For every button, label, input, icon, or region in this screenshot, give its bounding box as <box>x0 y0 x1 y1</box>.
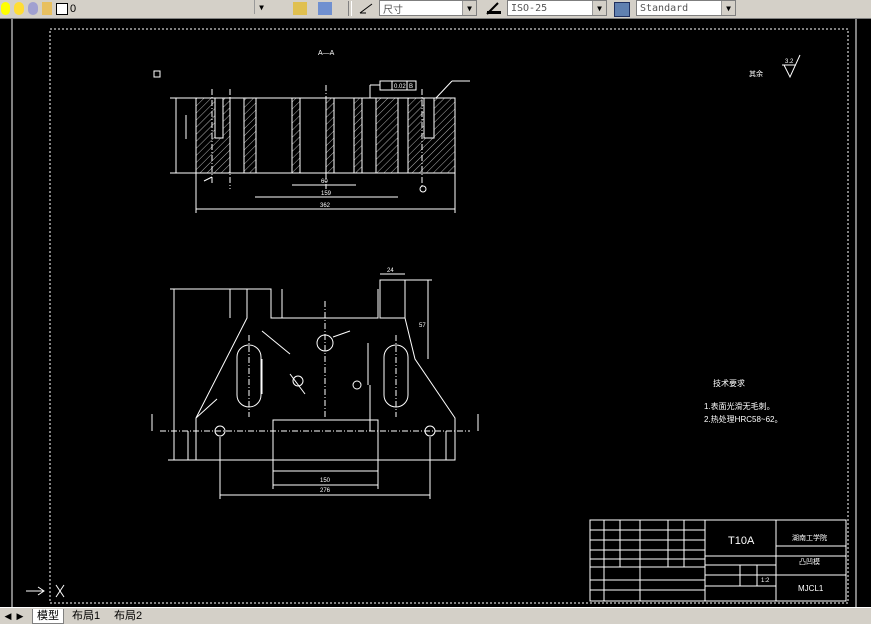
layer-combo[interactable]: ▼ <box>72 0 268 16</box>
section-slot <box>299 97 327 174</box>
ucs-icon <box>26 584 65 598</box>
tab-model[interactable]: 模型 <box>32 609 64 624</box>
dim-text: 159 <box>321 191 332 197</box>
dim-text: 276 <box>320 488 331 494</box>
lock-icon[interactable] <box>42 2 52 15</box>
first-tab-icon[interactable]: ◀ <box>2 610 14 622</box>
dimension-style-combo[interactable]: ISO-25 ▼ <box>507 0 607 16</box>
table-style-icon[interactable] <box>614 2 630 17</box>
tab-layout1[interactable]: 布局1 <box>68 609 104 623</box>
dimension-style-icon <box>358 2 374 15</box>
section-slot <box>423 97 435 139</box>
tech-title: 技术要求 <box>713 378 745 388</box>
section-view: A—A 60 159 362 0.02 B <box>153 50 470 213</box>
section-slot <box>255 97 293 174</box>
section-slot <box>361 97 377 174</box>
material-text: T10A <box>728 535 755 547</box>
drawing-canvas[interactable]: A—A 60 159 362 0.02 B 24 57 150 276 3.2 … <box>0 19 871 607</box>
dimstyle-combo[interactable]: 尺寸 ▼ <box>379 0 477 16</box>
freeze-sun-icon[interactable] <box>14 2 24 15</box>
dim-text: 57 <box>419 323 426 329</box>
section-slot <box>397 97 409 174</box>
section-slot <box>214 97 224 139</box>
dimension-style-value: ISO-25 <box>511 2 548 14</box>
layout-tabs-bar: ◀ ▶ 模型 布局1 布局2 <box>0 607 871 624</box>
part-name-text: 凸凹模 <box>799 557 820 566</box>
hole <box>352 380 362 390</box>
section-slot <box>333 97 355 174</box>
roughness-value: 3.2 <box>785 59 794 65</box>
dim-text: 362 <box>320 203 331 209</box>
last-tab-icon[interactable]: ▶ <box>14 610 26 622</box>
section-label: A—A <box>318 50 335 57</box>
section-marker <box>153 70 161 78</box>
text-style-value: Standard <box>640 2 689 14</box>
dim-text: 60 <box>321 179 328 185</box>
chevron-down-icon[interactable]: ▼ <box>721 1 735 15</box>
plan-pocket <box>272 419 379 461</box>
school-text: 湖南工学院 <box>792 533 827 542</box>
tech-item-2: 2.热处理HRC58~62。 <box>704 414 782 424</box>
datum-circle <box>419 185 427 193</box>
plan-view: 24 57 150 276 <box>151 268 479 499</box>
dimstyle-manager-icon[interactable] <box>486 2 502 15</box>
make-layer-current-icon[interactable] <box>293 2 307 15</box>
color-swatch-icon[interactable] <box>56 3 68 15</box>
viewport-freeze-icon[interactable] <box>28 2 38 15</box>
tab-layout2[interactable]: 布局2 <box>110 609 146 623</box>
tech-item-1: 1.表面光滑无毛刺。 <box>704 401 775 411</box>
roughness-note: 其余 <box>749 69 763 78</box>
chevron-down-icon[interactable]: ▼ <box>592 1 606 15</box>
leader-line <box>435 80 453 99</box>
plan-outline-upper <box>195 288 379 419</box>
tolerance-value: 0.02 <box>394 84 406 90</box>
plan-edge <box>195 398 218 419</box>
dim-text: 24 <box>387 268 394 274</box>
section-slot <box>229 97 245 174</box>
layer-on-icon[interactable] <box>1 2 10 15</box>
chevron-down-icon[interactable]: ▼ <box>254 0 268 14</box>
dimstyle-combo-value: 尺寸 <box>383 4 403 16</box>
properties-toolbar: 0 ▼ 尺寸 ▼ ISO-25 ▼ Standard ▼ <box>0 0 871 19</box>
dim-text: 150 <box>320 478 331 484</box>
scale-text: 1:2 <box>761 578 770 584</box>
toolbar-separator <box>348 1 352 16</box>
layer-previous-icon[interactable] <box>318 2 332 15</box>
text-style-combo[interactable]: Standard ▼ <box>636 0 736 16</box>
chevron-down-icon[interactable]: ▼ <box>462 1 476 15</box>
drawing-code-text: MJCL1 <box>798 584 824 593</box>
roughness-symbol: 3.2 其余 <box>749 54 801 79</box>
tolerance-datum: B <box>409 84 413 90</box>
title-block: T10A 湖南工学院 凸凹模 MJCL1 1:2 <box>589 519 847 602</box>
